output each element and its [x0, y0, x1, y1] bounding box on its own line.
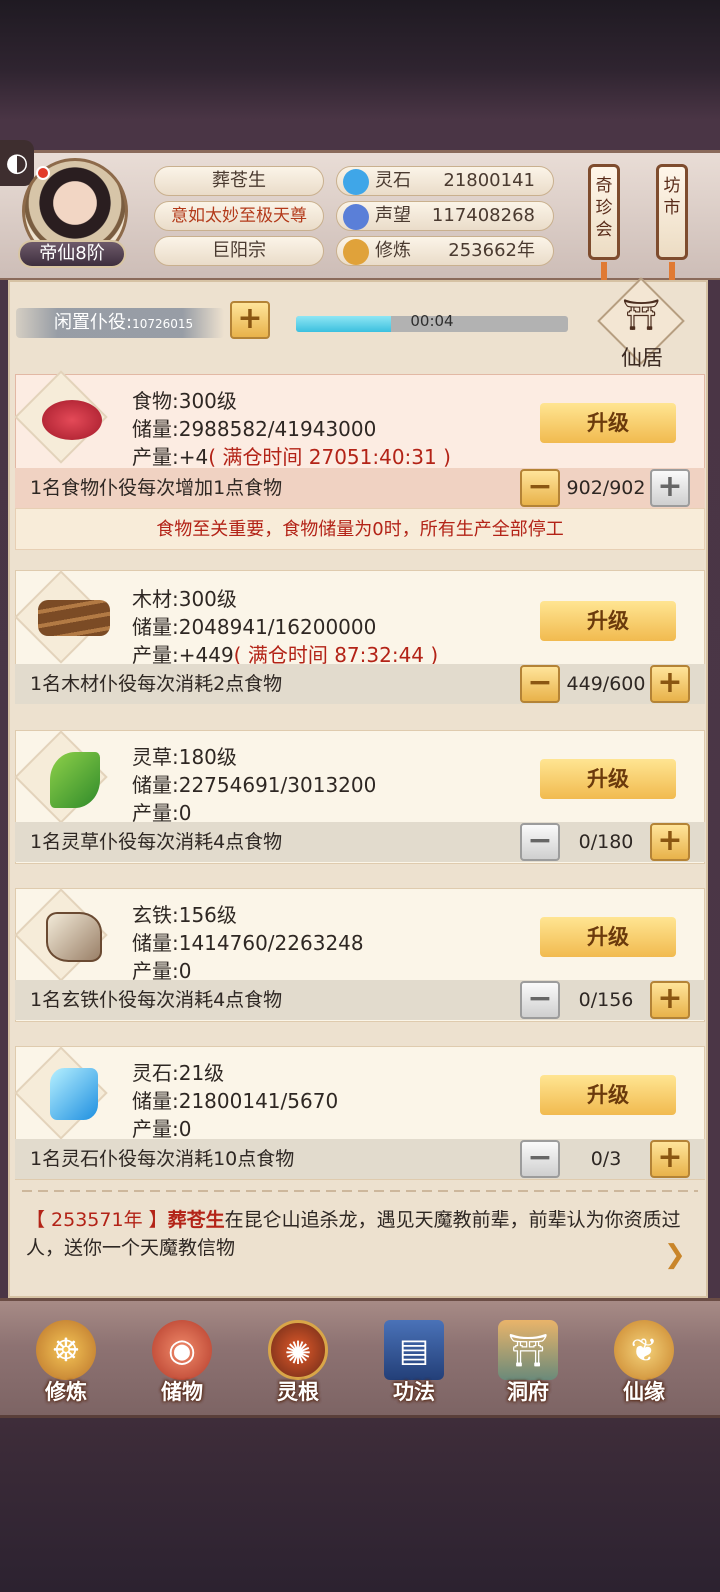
decrease-iron-button[interactable]: − [520, 981, 560, 1019]
resource-name: 灵石:21级 [132, 1061, 225, 1085]
food-warning: 食物至关重要，食物储量为0时，所有生产全部停工 [15, 508, 705, 550]
fortune-gourd-icon: ❦ [614, 1320, 674, 1380]
resource-value: 117408268 [431, 205, 535, 226]
meditating-figure-icon [343, 239, 369, 265]
log-name: 葬苍生 [167, 1209, 225, 1231]
lantern-label: 奇珍会 [595, 176, 613, 240]
idle-servants: 闲置仆役:10726015 [16, 308, 224, 338]
cultivate-icon: ☸ [36, 1320, 96, 1380]
resource-spirit-stone: 灵石 21800141 [336, 166, 554, 196]
side-menu-icon[interactable]: ◐ [0, 140, 34, 186]
nav-fortune[interactable]: ❦ 仙缘 [594, 1310, 694, 1410]
resource-storage: 储量:2048941/16200000 [132, 615, 377, 639]
nav-label: 功法 [393, 1380, 435, 1404]
servant-count: 902/902 [566, 477, 646, 499]
lantern-label: 坊市 [663, 176, 681, 218]
increase-herb-button[interactable]: + [650, 823, 690, 861]
xianju-label[interactable]: 仙居 [596, 342, 688, 372]
pagoda-icon: ⛩ [621, 298, 661, 333]
upgrade-wood-button[interactable]: 升级 [540, 601, 676, 641]
resource-storage: 储量:1414760/2263248 [132, 931, 364, 955]
technique-book-icon: ▤ [384, 1320, 444, 1380]
work-description: 1名木材仆役每次消耗2点食物 [30, 673, 283, 695]
nav-label: 仙缘 [623, 1380, 665, 1404]
prestige-crystal-icon [343, 204, 369, 230]
resource-name: 木材:300级 [132, 587, 237, 611]
resource-label: 声望 [375, 205, 411, 226]
decrease-spirit-stone-button[interactable]: − [520, 1140, 560, 1178]
upgrade-herb-button[interactable]: 升级 [540, 759, 676, 799]
upgrade-food-button[interactable]: 升级 [540, 403, 676, 443]
nav-label: 储物 [161, 1380, 203, 1404]
meat-shape [42, 400, 102, 440]
resource-output-line: 产量:+4( 满仓时间 27051:40:31 ) [132, 441, 451, 470]
rank-badge: 帝仙8阶 [18, 240, 126, 268]
next-arrow-icon[interactable]: ❯ [664, 1240, 686, 1270]
resource-name: 灵草:180级 [132, 745, 237, 769]
resource-value: 253662年 [448, 240, 535, 261]
upgrade-iron-button[interactable]: 升级 [540, 917, 676, 957]
work-description: 1名食物仆役每次增加1点食物 [30, 477, 283, 499]
resource-storage: 储量:22754691/3013200 [132, 773, 377, 797]
nav-spirit-root[interactable]: ✺ 灵根 [248, 1310, 348, 1410]
idle-count: 10726015 [132, 317, 194, 331]
storage-bag-icon: ◉ [152, 1320, 212, 1380]
resource-label: 灵石 [375, 170, 411, 191]
event-log: 【 253571年 】葬苍生在昆仑山追杀龙，遇见天魔教前辈，前辈认为你资质过人，… [26, 1206, 706, 1262]
increase-iron-button[interactable]: + [650, 981, 690, 1019]
player-name: 葬苍生 [154, 166, 324, 196]
herb-shape [50, 752, 100, 808]
idle-label: 闲置仆役 [54, 312, 126, 333]
increase-wood-button[interactable]: + [650, 665, 690, 703]
crystal-shape [50, 1068, 98, 1120]
lantern-market[interactable]: 坊市 [656, 164, 688, 260]
resource-storage: 储量:2988582/41943000 [132, 417, 377, 441]
resource-cultivation: 修炼 253662年 [336, 236, 554, 266]
resource-name: 食物:300级 [132, 389, 237, 413]
servant-count: 0/180 [578, 831, 634, 853]
wood-shape [38, 600, 110, 636]
nav-cave-mansion[interactable]: ⛩ 洞府 [478, 1310, 578, 1410]
resource-value: 21800141 [443, 170, 535, 191]
log-year: 【 253571年 】 [26, 1209, 168, 1231]
resource-output: 产量:+4 [132, 445, 209, 469]
divider [22, 1190, 698, 1192]
player-title[interactable]: 意如太妙至极天尊 [154, 201, 324, 231]
work-description: 1名灵石仆役每次消耗10点食物 [30, 1148, 295, 1170]
full-time: ( 满仓时间 27051:40:31 ) [208, 445, 451, 469]
nav-label: 灵根 [277, 1380, 319, 1404]
resource-label: 修炼 [375, 240, 411, 261]
nav-cultivate[interactable]: ☸ 修炼 [16, 1310, 116, 1410]
iron-shape [46, 912, 102, 962]
resource-output: 产量:0 [132, 1117, 192, 1141]
work-description: 1名灵草仆役每次消耗4点食物 [30, 831, 283, 853]
increase-food-button[interactable]: + [650, 469, 690, 507]
lantern-treasure-fair[interactable]: 奇珍会 [588, 164, 620, 260]
servant-count: 449/600 [566, 673, 646, 695]
player-sect[interactable]: 巨阳宗 [154, 236, 324, 266]
notification-dot [36, 166, 50, 180]
servant-count: 0/3 [590, 1148, 622, 1170]
spirit-stone-icon [343, 169, 369, 195]
resource-storage: 储量:21800141/5670 [132, 1089, 339, 1113]
increase-spirit-stone-button[interactable]: + [650, 1140, 690, 1178]
resource-name: 玄铁:156级 [132, 903, 237, 927]
decrease-food-button[interactable]: − [520, 469, 560, 507]
servant-count: 0/156 [578, 989, 634, 1011]
nav-technique[interactable]: ▤ 功法 [364, 1310, 464, 1410]
resource-prestige: 声望 117408268 [336, 201, 554, 231]
decrease-wood-button[interactable]: − [520, 665, 560, 703]
decrease-herb-button[interactable]: − [520, 823, 560, 861]
nav-label: 修炼 [45, 1380, 87, 1404]
cave-mansion-icon: ⛩ [498, 1320, 558, 1380]
nav-storage[interactable]: ◉ 储物 [132, 1310, 232, 1410]
add-servant-button[interactable]: + [230, 301, 270, 339]
spirit-root-icon: ✺ [268, 1320, 328, 1380]
nav-label: 洞府 [507, 1380, 549, 1404]
upgrade-spirit-stone-button[interactable]: 升级 [540, 1075, 676, 1115]
work-description: 1名玄铁仆役每次消耗4点食物 [30, 989, 283, 1011]
progress-timer: 00:04 [410, 312, 454, 330]
